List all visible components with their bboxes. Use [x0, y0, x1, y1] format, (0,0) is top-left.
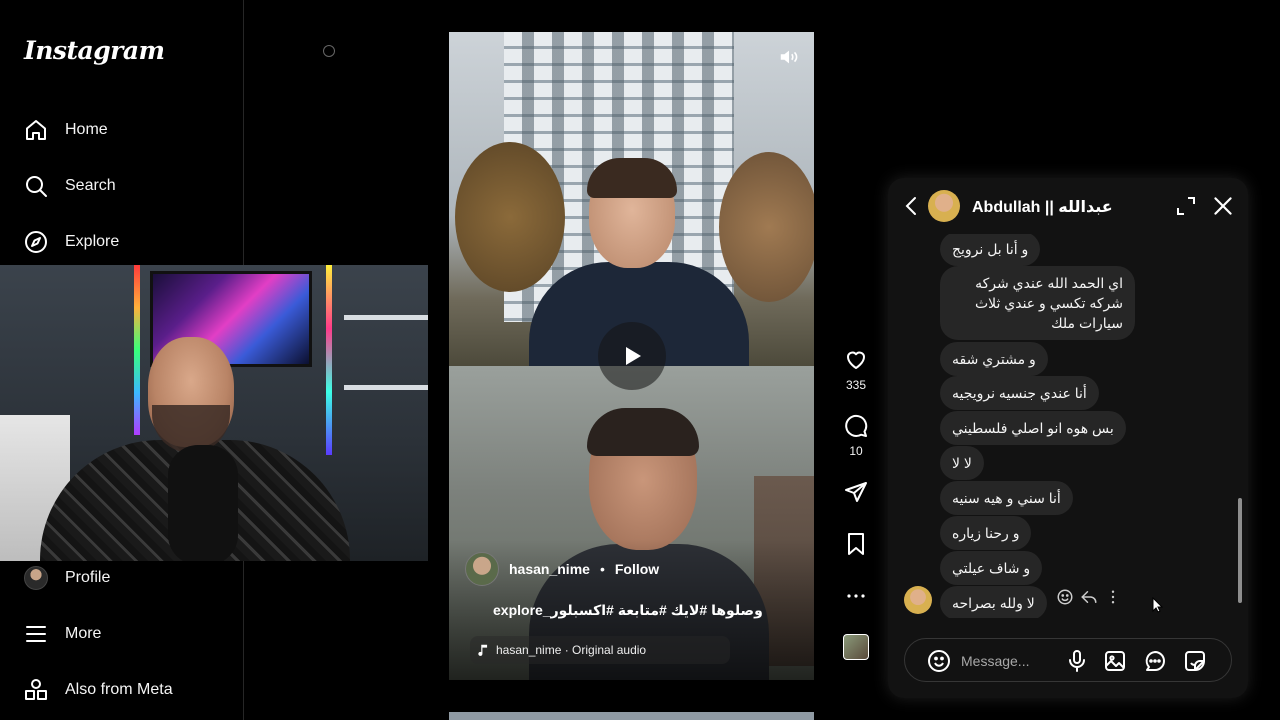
- comment-icon: [845, 414, 868, 437]
- reel-video[interactable]: [449, 366, 814, 680]
- reel-video-next[interactable]: [449, 712, 814, 720]
- expand-icon[interactable]: [1174, 194, 1198, 218]
- separator-dot: •: [599, 561, 605, 577]
- react-icon[interactable]: [1056, 588, 1074, 606]
- sidebar-item-profile[interactable]: Profile: [24, 564, 110, 592]
- message-composer: [904, 638, 1232, 682]
- message-list[interactable]: و أنا بل نرويج اي الحمد الله عندي شركه ش…: [888, 234, 1248, 618]
- reply-icon[interactable]: [1080, 588, 1098, 606]
- more-options-button[interactable]: [836, 584, 876, 608]
- sticker-icon[interactable]: [1183, 649, 1207, 673]
- sidebar-item-label: More: [65, 625, 102, 642]
- sidebar-item-label: Also from Meta: [65, 681, 173, 698]
- sidebar-item-search[interactable]: Search: [24, 172, 116, 200]
- compass-icon: [25, 231, 47, 253]
- close-icon[interactable]: [1210, 193, 1236, 219]
- message-bubble[interactable]: لا ولله بصراحه: [940, 586, 1047, 618]
- more-vertical-icon[interactable]: [1104, 588, 1122, 606]
- message-actions: [1056, 588, 1122, 606]
- webcam-overlay: [0, 265, 428, 561]
- reel-video[interactable]: [449, 32, 814, 366]
- microphone: [168, 445, 238, 561]
- follow-button[interactable]: Follow: [615, 561, 659, 577]
- instagram-logo[interactable]: Instagram: [24, 36, 165, 65]
- comment-count: 10: [849, 444, 863, 458]
- gif-icon[interactable]: [1143, 649, 1167, 673]
- avatar: [24, 566, 48, 590]
- like-count: 335: [845, 378, 867, 392]
- share-button[interactable]: [836, 480, 876, 504]
- sidebar-item-also-from-meta[interactable]: Also from Meta: [24, 676, 173, 704]
- avatar[interactable]: [928, 190, 960, 222]
- sidebar-item-home[interactable]: Home: [24, 116, 108, 144]
- message-bubble[interactable]: لا لا: [940, 446, 984, 480]
- image-icon[interactable]: [1103, 649, 1127, 673]
- chat-scrollbar[interactable]: [1237, 236, 1243, 616]
- loading-indicator: [323, 45, 335, 57]
- sidebar-item-explore[interactable]: Explore: [24, 228, 119, 256]
- message-bubble[interactable]: أنا سني و هيه سنيه: [940, 481, 1073, 515]
- audio-link[interactable]: hasan_nime · Original audio: [470, 636, 730, 664]
- reel-author: hasan_nime • Follow: [465, 552, 659, 586]
- play-icon: [626, 347, 641, 365]
- emoji-icon[interactable]: [927, 649, 951, 673]
- microphone-icon[interactable]: [1065, 649, 1089, 673]
- chat-contact-name[interactable]: Abdullah || عبدالله: [972, 197, 1113, 217]
- audio-thumbnail[interactable]: [843, 634, 869, 660]
- message-bubble[interactable]: و رحنا زياره: [940, 516, 1032, 550]
- sidebar-item-more[interactable]: More: [24, 620, 101, 648]
- avatar[interactable]: [904, 586, 932, 614]
- play-button[interactable]: [598, 322, 666, 390]
- mouse-cursor: [1152, 597, 1164, 613]
- author-username[interactable]: hasan_nime: [509, 561, 590, 577]
- sound-icon[interactable]: [778, 46, 800, 68]
- reel-caption: وصلوها #لايك #متابعة #اكسبلور_explore: [493, 602, 763, 618]
- message-bubble[interactable]: و مشتري شقه: [940, 342, 1048, 376]
- grid-icon: [25, 679, 47, 700]
- sidebar-item-label: Search: [65, 177, 116, 194]
- sidebar-item-label: Home: [65, 121, 108, 138]
- send-icon: [845, 482, 867, 502]
- cam-shelf: [344, 385, 428, 390]
- audio-label: hasan_nime · Original audio: [496, 643, 647, 657]
- message-bubble[interactable]: بس هوه انو اصلي فلسطيني: [940, 411, 1126, 445]
- save-button[interactable]: [836, 532, 876, 556]
- heart-icon: [847, 351, 865, 369]
- streamer: [40, 335, 350, 561]
- chat-panel: Abdullah || عبدالله و أنا بل نرويج اي ال…: [888, 178, 1248, 698]
- avatar[interactable]: [465, 552, 499, 586]
- back-icon[interactable]: [900, 194, 924, 218]
- comment-button[interactable]: 10: [836, 414, 876, 458]
- search-icon: [26, 176, 47, 197]
- ellipsis-icon: [847, 594, 865, 598]
- message-bubble[interactable]: و شاف عيلتي: [940, 551, 1043, 585]
- home-icon: [26, 120, 46, 140]
- sidebar-item-label: Profile: [65, 569, 111, 586]
- message-bubble[interactable]: و أنا بل نرويج: [940, 234, 1041, 266]
- chat-header: Abdullah || عبدالله: [888, 178, 1248, 234]
- menu-icon: [26, 626, 46, 642]
- music-note-icon: [478, 644, 488, 656]
- message-bubble[interactable]: اي الحمد الله عندي شركه شركه تكسي و عندي…: [940, 266, 1135, 340]
- cam-shelf: [344, 315, 428, 320]
- like-button[interactable]: 335: [836, 348, 876, 392]
- sidebar-item-label: Explore: [65, 233, 120, 250]
- bookmark-icon: [848, 533, 864, 555]
- message-input[interactable]: [961, 649, 1061, 673]
- message-bubble[interactable]: أنا عندي جنسيه نرويجيه: [940, 376, 1099, 410]
